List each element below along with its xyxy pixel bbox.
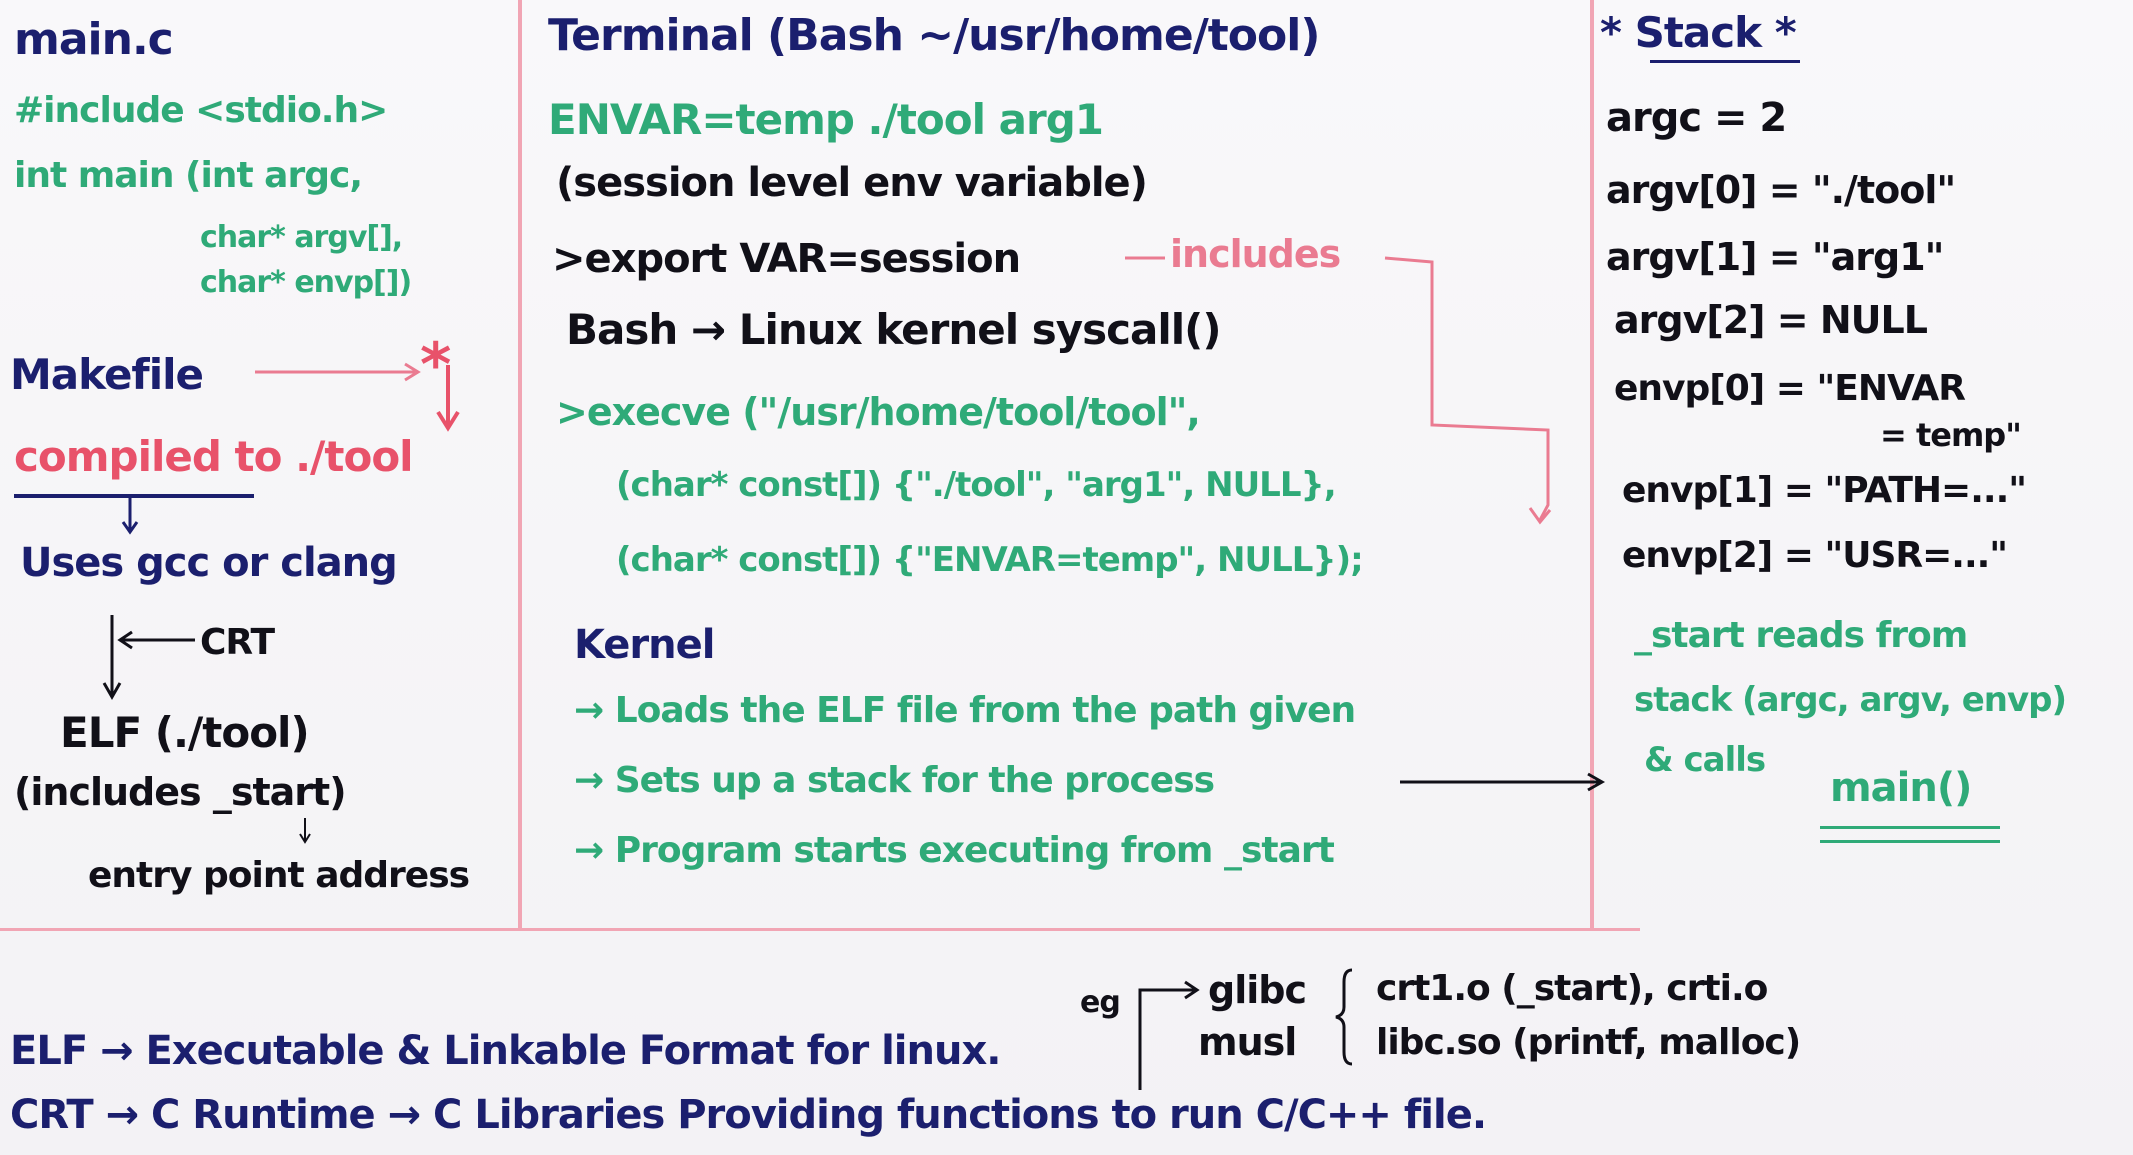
process-to-stack-arrow bbox=[1400, 772, 1606, 792]
eg-arrow bbox=[1138, 980, 1200, 1090]
compiled-down-arrow bbox=[121, 498, 139, 535]
crt-arrow bbox=[102, 615, 195, 701]
star-down-arrow bbox=[436, 365, 460, 432]
entry-point-arrow bbox=[299, 818, 311, 844]
makefile-arrow bbox=[255, 362, 421, 382]
whiteboard: main.c #include <stdio.h> int main (int … bbox=[0, 0, 2133, 1155]
connector-layer bbox=[102, 256, 1606, 1090]
lib-brace bbox=[1335, 968, 1353, 1066]
includes-connector bbox=[1125, 256, 1552, 525]
